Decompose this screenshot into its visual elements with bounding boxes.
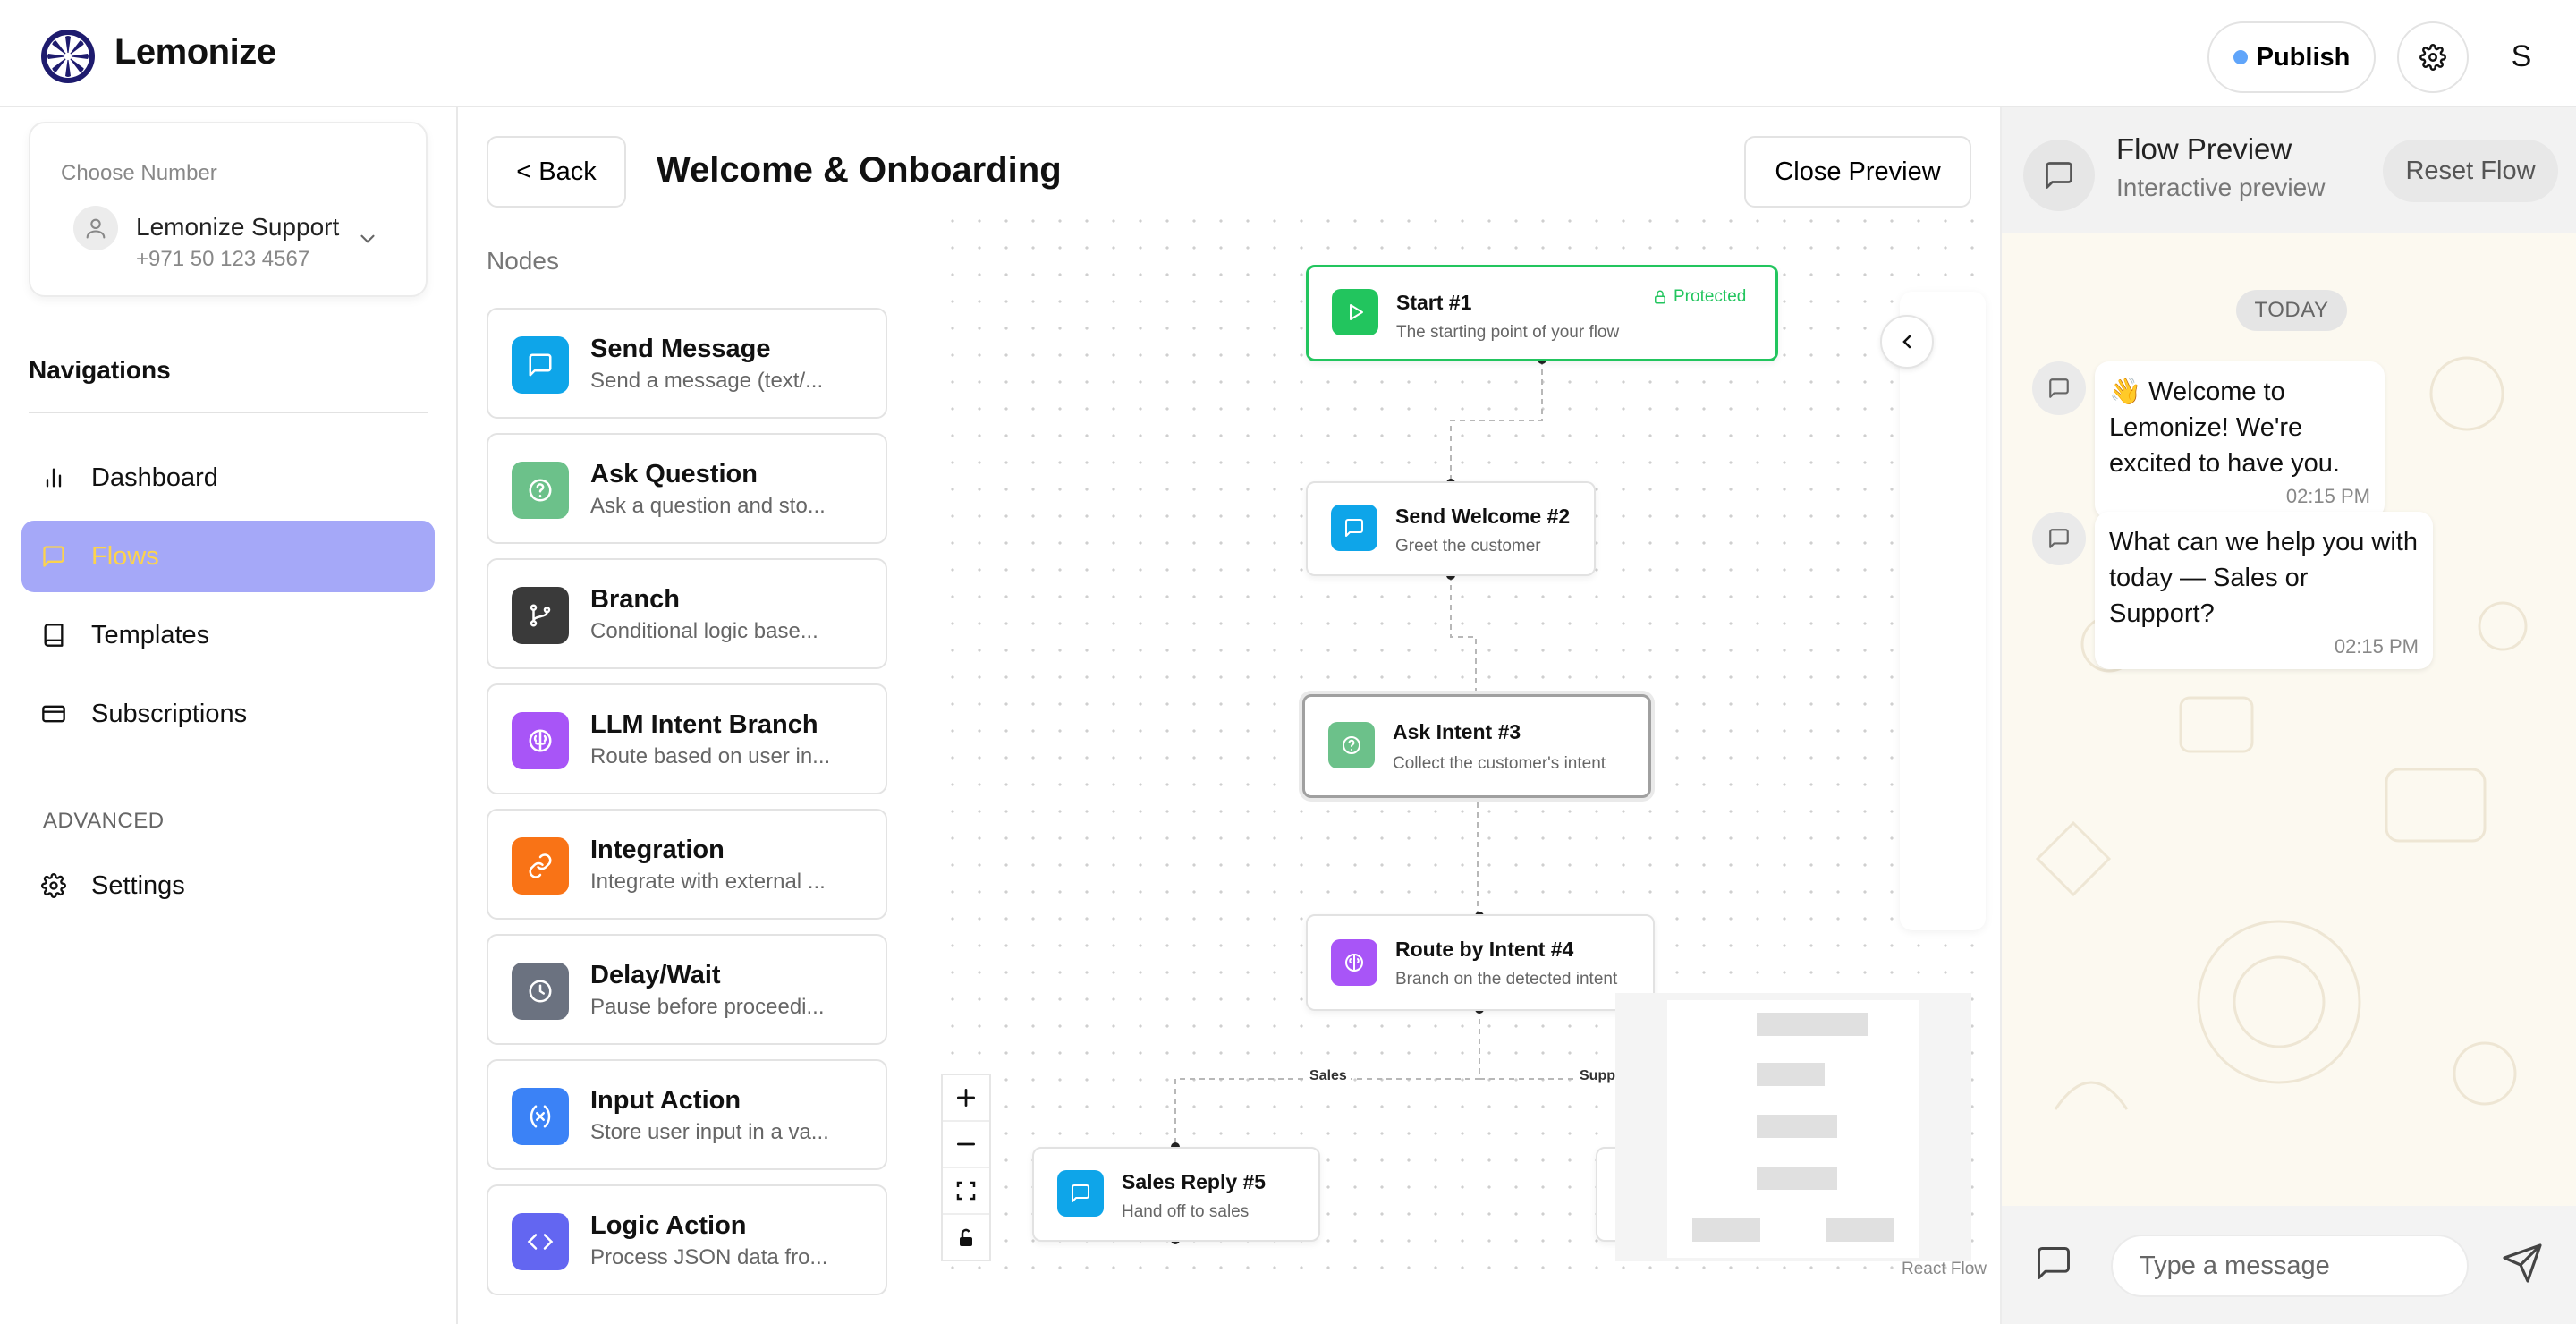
- edge-label-support: Supp: [1576, 1068, 1619, 1084]
- protected-label: Protected: [1674, 287, 1747, 306]
- preview-header: Flow Preview Interactive preview Reset F…: [2002, 107, 2576, 233]
- message-text: What can we help you with today — Sales …: [2109, 528, 2418, 628]
- message-icon: [1331, 505, 1377, 551]
- send-icon[interactable]: [2501, 1242, 2544, 1285]
- brain-icon: [1331, 939, 1377, 986]
- minimap[interactable]: [1615, 993, 1971, 1261]
- node-desc: Greet the customer: [1395, 537, 1541, 556]
- message-icon: [2049, 529, 2069, 548]
- chat-message: What can we help you with today — Sales …: [2095, 512, 2433, 669]
- chat-input-bar: Type a message: [2002, 1206, 2576, 1324]
- node-desc: Hand off to sales: [1122, 1202, 1250, 1221]
- publish-button[interactable]: Publish: [2207, 21, 2376, 93]
- chat-avatar: [2023, 140, 2095, 211]
- fullscreen-icon: [956, 1181, 976, 1201]
- message-icon: [2046, 162, 2072, 189]
- node-desc: Collect the customer's intent: [1393, 754, 1606, 773]
- fit-view-button[interactable]: [943, 1168, 989, 1215]
- message-icon: [2049, 378, 2069, 398]
- bot-avatar: [2032, 361, 2086, 415]
- node-desc: Branch on the detected intent: [1395, 970, 1618, 989]
- edge-welcome-ask: [1450, 575, 1477, 700]
- node-title: Start #1: [1396, 291, 1472, 314]
- bot-avatar: [2032, 512, 2086, 565]
- flow-preview-panel: Flow Preview Interactive preview Reset F…: [2000, 107, 2576, 1324]
- message-icon: [1057, 1170, 1104, 1217]
- plus-icon: [956, 1088, 976, 1108]
- minimap-node: [1757, 1167, 1837, 1190]
- flow-node-start[interactable]: Start #1 The starting point of your flow…: [1306, 265, 1778, 361]
- message-input[interactable]: Type a message: [2111, 1235, 2469, 1297]
- minimap-node: [1692, 1218, 1760, 1242]
- date-divider: TODAY: [2236, 290, 2347, 331]
- flow-node-send-welcome[interactable]: Send Welcome #2 Greet the customer: [1306, 481, 1596, 576]
- minimap-node: [1826, 1218, 1894, 1242]
- collapse-panel-button[interactable]: [1880, 315, 1934, 369]
- node-inspector-panel: [1900, 292, 1986, 930]
- flow-node-sales-reply[interactable]: Sales Reply #5 Hand off to sales: [1032, 1147, 1320, 1242]
- minimap-node: [1757, 1063, 1825, 1086]
- node-desc: The starting point of your flow: [1396, 323, 1620, 342]
- node-title: Send Welcome #2: [1395, 505, 1571, 528]
- edge-label-sales: Sales: [1306, 1068, 1351, 1084]
- status-dot-icon: [2233, 50, 2248, 64]
- lock-icon: [1655, 290, 1665, 304]
- message-text: 👋 Welcome to Lemonize! We're excited to …: [2109, 378, 2340, 478]
- node-title: Ask Intent #3: [1393, 720, 1521, 743]
- message-icon[interactable]: [2034, 1243, 2073, 1283]
- zoom-out-button[interactable]: [943, 1122, 989, 1168]
- publish-label: Publish: [2256, 42, 2351, 72]
- preview-subtitle: Interactive preview: [2116, 174, 2326, 201]
- minimap-node: [1757, 1013, 1868, 1036]
- react-flow-attribution[interactable]: React Flow: [1902, 1260, 1987, 1279]
- reset-flow-button[interactable]: Reset Flow: [2383, 140, 2558, 202]
- message-time: 02:15 PM: [2285, 485, 2370, 507]
- question-icon: [1328, 722, 1375, 768]
- preview-title: Flow Preview: [2116, 132, 2292, 166]
- minus-icon: [956, 1142, 976, 1146]
- protected-badge: Protected: [1652, 287, 1746, 307]
- edge-start-welcome: [1450, 360, 1543, 483]
- node-title: Route by Intent #4: [1395, 938, 1574, 961]
- chevron-left-icon: [1902, 335, 1911, 349]
- flow-node-route-by-intent[interactable]: Route by Intent #4 Branch on the detecte…: [1306, 914, 1655, 1011]
- user-avatar[interactable]: S: [2492, 27, 2551, 86]
- node-title: Sales Reply #5: [1122, 1170, 1267, 1193]
- unlock-icon: [960, 1228, 972, 1246]
- minimap-node: [1757, 1115, 1837, 1138]
- zoom-controls: [941, 1074, 991, 1261]
- gear-icon: [2419, 44, 2446, 71]
- message-time: 02:15 PM: [2334, 635, 2419, 658]
- zoom-in-button[interactable]: [943, 1075, 989, 1122]
- play-icon: [1332, 289, 1378, 335]
- settings-button[interactable]: [2397, 21, 2469, 93]
- lock-canvas-button[interactable]: [943, 1215, 989, 1261]
- chat-message: 👋 Welcome to Lemonize! We're excited to …: [2095, 361, 2385, 519]
- flow-node-ask-intent[interactable]: Ask Intent #3 Collect the customer's int…: [1302, 694, 1651, 798]
